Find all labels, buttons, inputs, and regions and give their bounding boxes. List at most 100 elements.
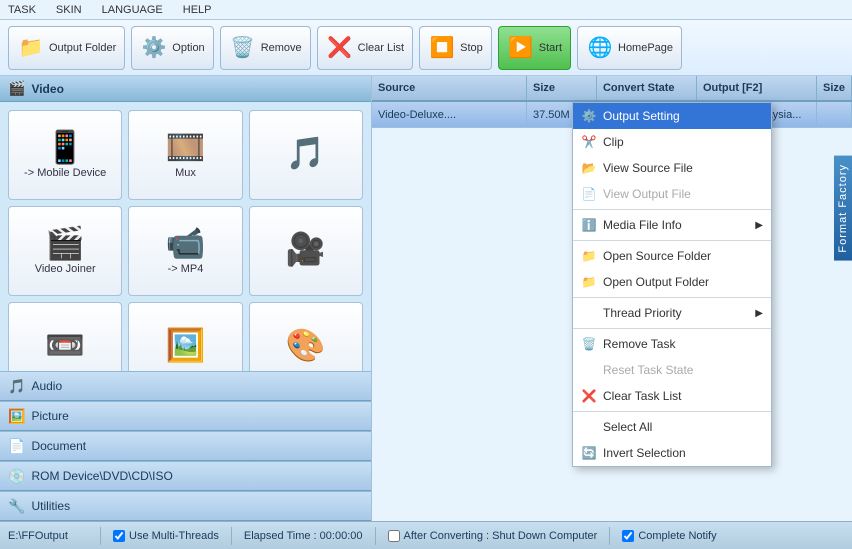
side-brand-label: Format Factory <box>834 156 852 261</box>
document-category[interactable]: 📄 Document <box>0 431 371 461</box>
col-header-size: Size <box>527 76 597 100</box>
ctx-output-setting-label: Output Setting <box>603 109 680 123</box>
statusbar: E:\FFOutput Use Multi-Threads Elapsed Ti… <box>0 521 852 549</box>
menu-task[interactable]: TASK <box>4 2 40 18</box>
document-cat-icon: 📄 <box>8 438 25 455</box>
menu-language[interactable]: LANGUAGE <box>98 2 167 18</box>
media-info-icon: ℹ️ <box>581 217 597 233</box>
document-cat-label: Document <box>31 439 86 453</box>
thread-arrow: ▶ <box>755 308 763 319</box>
mobile-label: -> Mobile Device <box>24 167 106 179</box>
homepage-icon: 🌐 <box>586 34 614 62</box>
ctx-clear-task-list[interactable]: ❌ Clear Task List <box>573 383 771 409</box>
picture-cat-label: Picture <box>31 409 68 423</box>
col-header-output: Output [F2] <box>697 76 817 100</box>
joiner-icon: 🎬 <box>45 227 85 259</box>
utilities-cat-icon: 🔧 <box>8 498 25 515</box>
select-all-icon <box>581 419 597 435</box>
main-area: 🎬 Video 📱 -> Mobile Device 🎞️ Mux 🎵 <box>0 76 852 521</box>
ctx-select-all[interactable]: Select All <box>573 414 771 440</box>
right-panel: Source Size Convert State Output [F2] Si… <box>372 76 852 521</box>
ctx-view-source-file[interactable]: 📂 View Source File <box>573 155 771 181</box>
stop-button[interactable]: ⏹️ Stop <box>419 26 492 70</box>
ctx-invert-selection[interactable]: 🔄 Invert Selection <box>573 440 771 466</box>
multi-threads-checkbox[interactable] <box>113 530 125 542</box>
mobile-icon: 📱 <box>45 131 85 163</box>
dvd-item[interactable]: 🖼️ <box>128 302 242 371</box>
clip-icon: ✂️ <box>581 134 597 150</box>
multi-threads-label: Use Multi-Threads <box>129 530 219 542</box>
output-folder-label: Output Folder <box>49 42 116 54</box>
remove-button[interactable]: 🗑️ Remove <box>220 26 311 70</box>
col-header-source: Source <box>372 76 527 100</box>
notify-label: Complete Notify <box>638 530 716 542</box>
col-header-convert: Convert State <box>597 76 697 100</box>
ctx-clip[interactable]: ✂️ Clip <box>573 129 771 155</box>
thread-icon <box>581 305 597 321</box>
ctx-view-output-label: View Output File <box>603 187 691 201</box>
mux-label: Mux <box>175 167 196 179</box>
ctx-invert-label: Invert Selection <box>603 446 686 460</box>
video-category-icon: 🎬 <box>8 80 25 97</box>
homepage-label: HomePage <box>618 42 673 54</box>
homepage-button[interactable]: 🌐 HomePage <box>577 26 682 70</box>
mobile-device-item[interactable]: 📱 -> Mobile Device <box>8 110 122 200</box>
category-title: Video <box>31 82 63 96</box>
audio-category[interactable]: 🎵 Audio <box>0 371 371 401</box>
output-folder-button[interactable]: 📁 Output Folder <box>8 26 125 70</box>
utilities-category[interactable]: 🔧 Utilities <box>0 491 371 521</box>
table-header: Source Size Convert State Output [F2] Si… <box>372 76 852 102</box>
clear-list-label: Clear List <box>358 42 404 54</box>
ctx-sep1 <box>573 209 771 210</box>
ctx-remove-task[interactable]: 🗑️ Remove Task <box>573 331 771 357</box>
cell-output-size <box>817 102 852 127</box>
video3-item[interactable]: 🎥 <box>249 206 363 296</box>
picture-category[interactable]: 🖼️ Picture <box>0 401 371 431</box>
ctx-clip-label: Clip <box>603 135 624 149</box>
start-button[interactable]: ▶️ Start <box>498 26 571 70</box>
ctx-reset-task: Reset Task State <box>573 357 771 383</box>
shutdown-checkbox[interactable] <box>388 530 400 542</box>
mkv-item[interactable]: 📼 <box>8 302 122 371</box>
shutdown-label: After Converting : Shut Down Computer <box>404 530 598 542</box>
menu-skin[interactable]: SKIN <box>52 2 86 18</box>
view-source-icon: 📂 <box>581 160 597 176</box>
gif-item[interactable]: 🎨 <box>249 302 363 371</box>
gif-icon: 🎨 <box>286 329 326 361</box>
status-sep4 <box>609 527 610 545</box>
rom-category[interactable]: 💿 ROM Device\DVD\CD\ISO <box>0 461 371 491</box>
remove-label: Remove <box>261 42 302 54</box>
option-button[interactable]: ⚙️ Option <box>131 26 213 70</box>
ctx-open-source-folder[interactable]: 📁 Open Source Folder <box>573 243 771 269</box>
ctx-open-output-folder[interactable]: 📁 Open Output Folder <box>573 269 771 295</box>
start-icon: ▶️ <box>507 34 535 62</box>
joiner-label: Video Joiner <box>35 263 96 275</box>
mux-item[interactable]: 🎞️ Mux <box>128 110 242 200</box>
category-header: 🎬 Video <box>0 76 371 102</box>
audio-item[interactable]: 🎵 <box>249 110 363 200</box>
ctx-sep3 <box>573 297 771 298</box>
output-path: E:\FFOutput <box>8 530 88 542</box>
ctx-media-info[interactable]: ℹ️ Media File Info ▶ <box>573 212 771 238</box>
mp4-item[interactable]: 📹 -> MP4 <box>128 206 242 296</box>
remove-task-icon: 🗑️ <box>581 336 597 352</box>
multi-threads-checkbox-group: Use Multi-Threads <box>113 530 219 542</box>
open-output-folder-icon: 📁 <box>581 274 597 290</box>
audio-icon: 🎵 <box>286 137 326 169</box>
clear-list-button[interactable]: ❌ Clear List <box>317 26 413 70</box>
ctx-output-setting[interactable]: ⚙️ Output Setting <box>573 103 771 129</box>
status-sep3 <box>375 527 376 545</box>
notify-checkbox[interactable] <box>622 530 634 542</box>
toolbar: 📁 Output Folder ⚙️ Option 🗑️ Remove ❌ Cl… <box>0 20 852 76</box>
menu-help[interactable]: HELP <box>179 2 216 18</box>
invert-icon: 🔄 <box>581 445 597 461</box>
video-joiner-item[interactable]: 🎬 Video Joiner <box>8 206 122 296</box>
ctx-thread-priority[interactable]: Thread Priority ▶ <box>573 300 771 326</box>
clear-task-icon: ❌ <box>581 388 597 404</box>
menubar: TASK SKIN LANGUAGE HELP <box>0 0 852 20</box>
stop-label: Stop <box>460 42 483 54</box>
status-sep1 <box>100 527 101 545</box>
audio-cat-icon: 🎵 <box>8 378 25 395</box>
ctx-reset-task-label: Reset Task State <box>603 363 694 377</box>
ctx-sep4 <box>573 328 771 329</box>
